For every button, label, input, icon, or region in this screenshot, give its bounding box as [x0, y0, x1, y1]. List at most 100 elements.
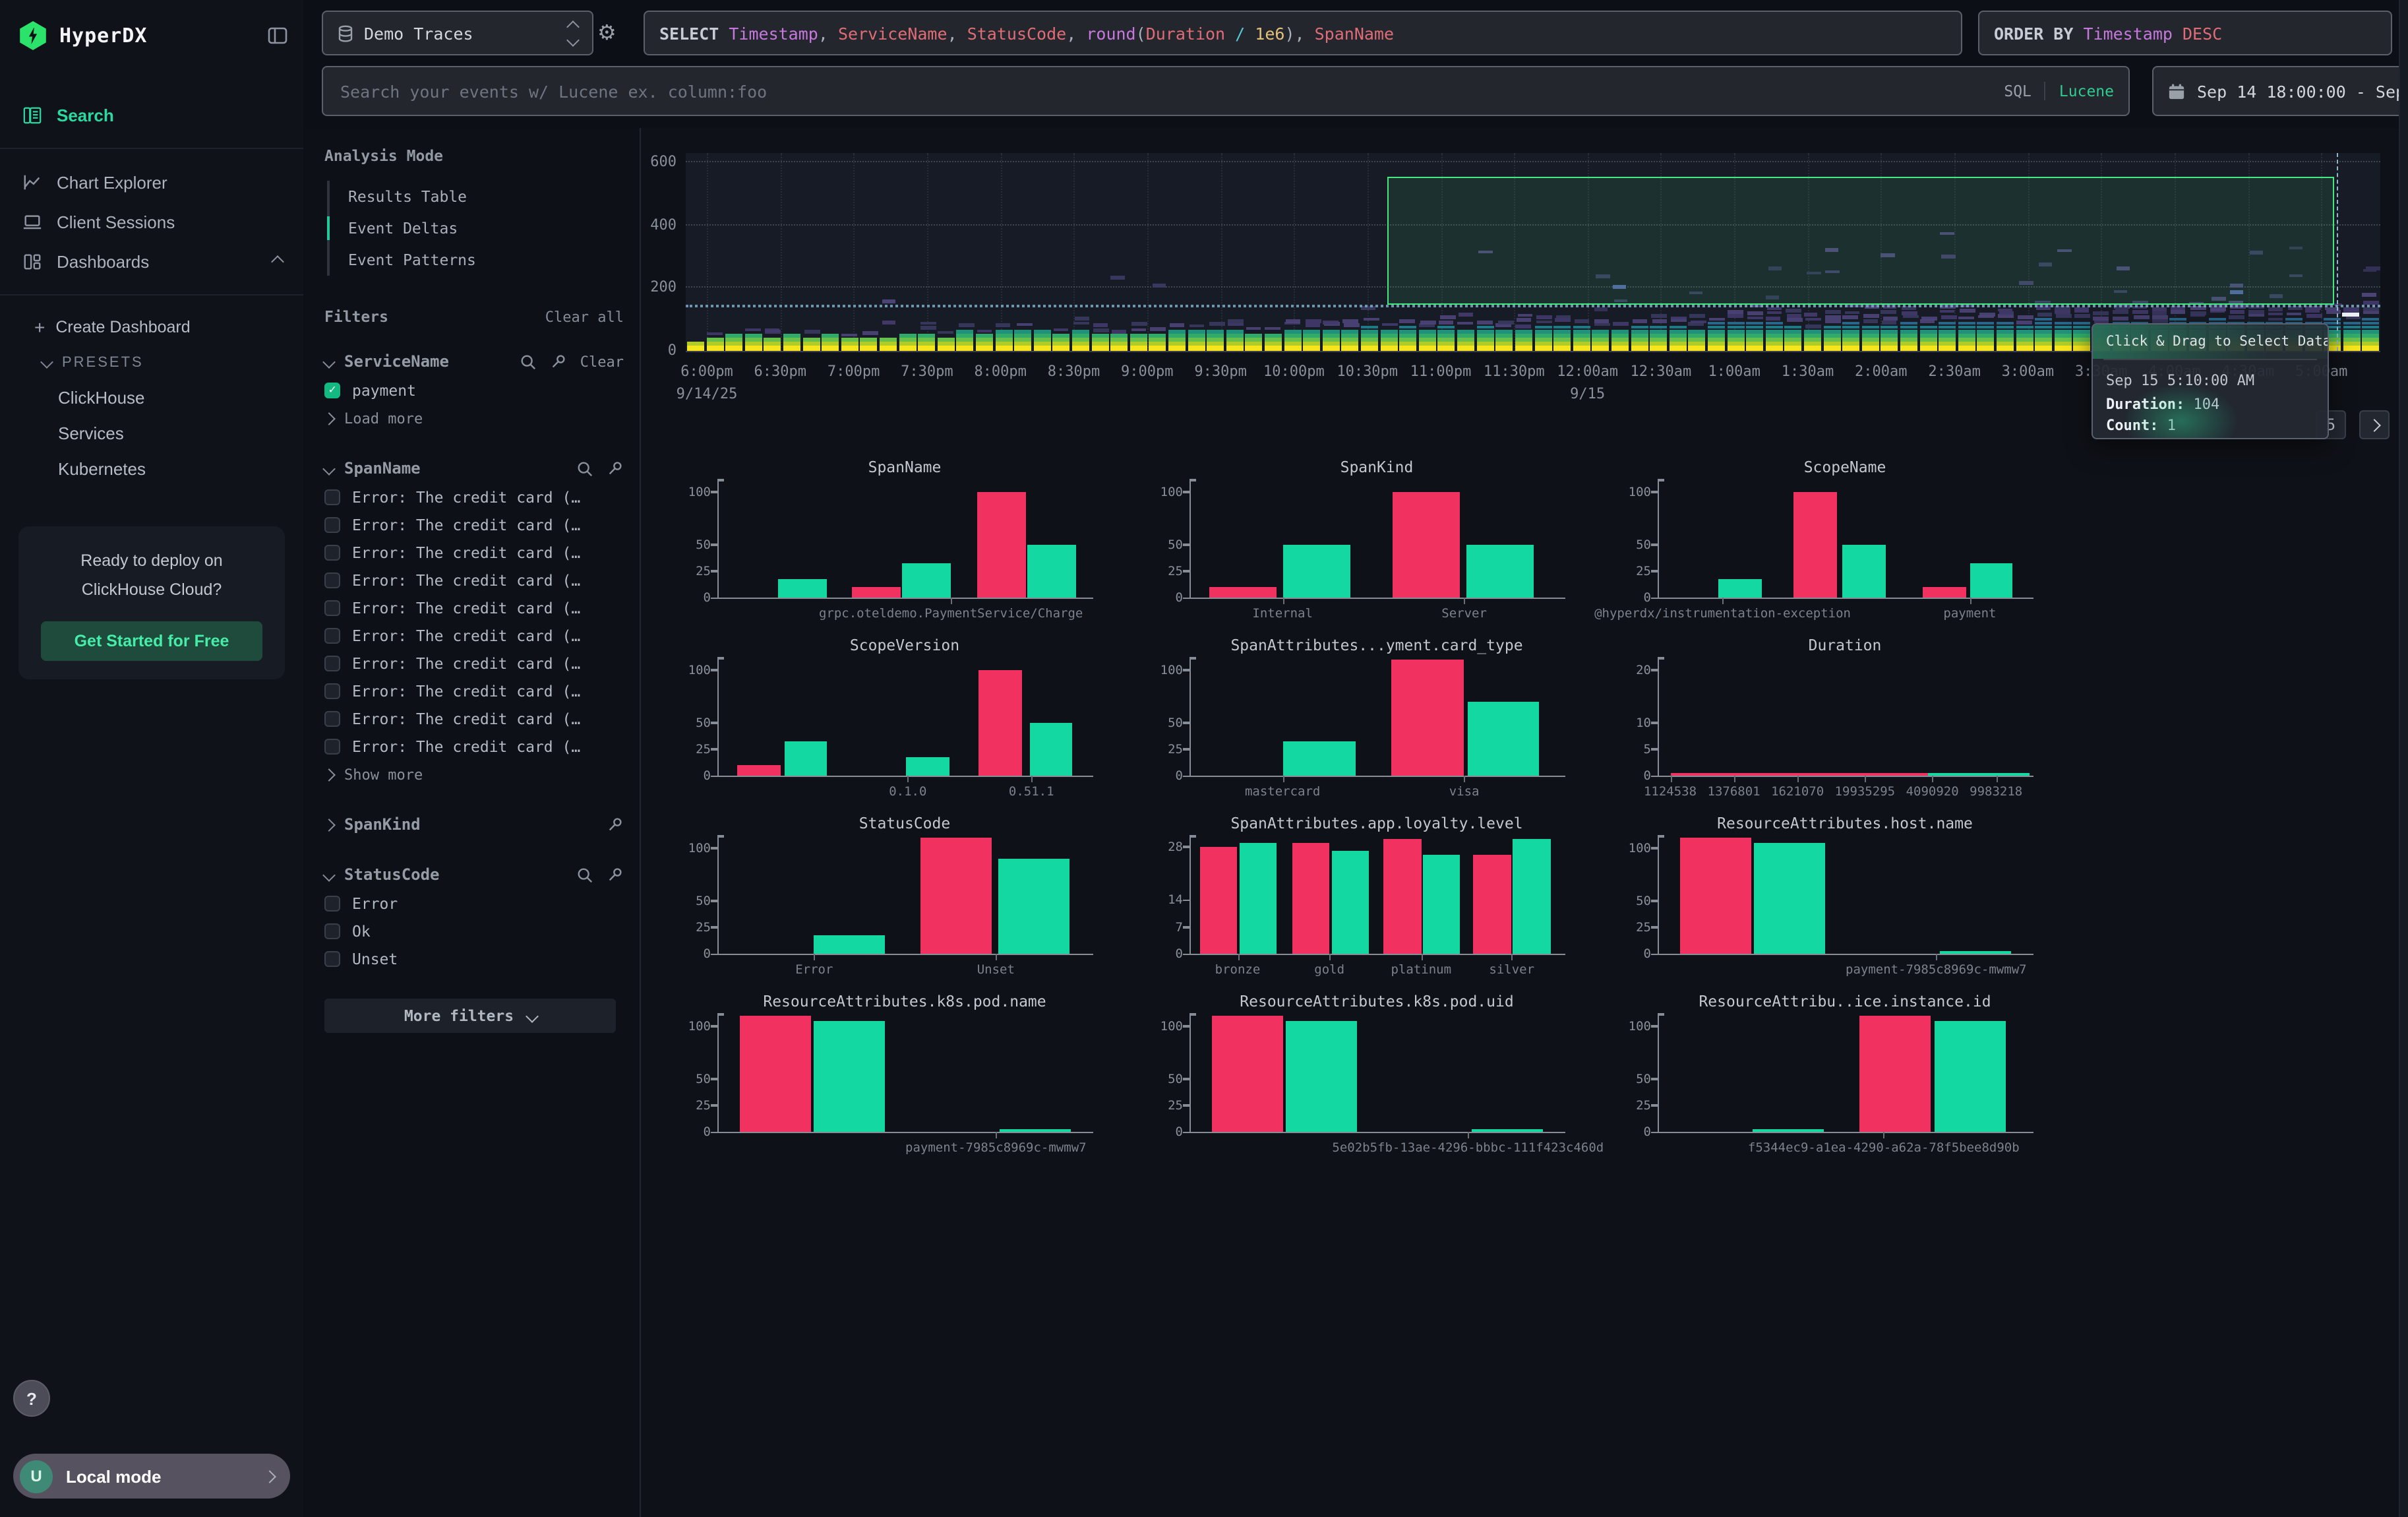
bar[interactable] — [998, 858, 1069, 954]
checkbox[interactable]: ✓ — [324, 382, 340, 398]
mode-sql-toggle[interactable]: SQL — [2004, 82, 2032, 100]
duration-heatmap[interactable]: 0200400600 — [686, 153, 2380, 352]
bar[interactable] — [784, 742, 827, 776]
bar[interactable] — [1029, 723, 1072, 776]
bar-chart-plot[interactable]: 025501005e02b5fb-13ae-4296-bbbc-111f423c… — [1189, 1013, 1565, 1133]
bar-chart-plot[interactable]: 0510201124538137680116210701993529540909… — [1658, 657, 2033, 777]
checkbox[interactable] — [324, 516, 340, 532]
bar[interactable] — [1282, 545, 1350, 598]
filter-option[interactable]: Ok — [324, 917, 624, 944]
load-more-button[interactable]: Load more — [324, 404, 624, 433]
chevron-down-icon[interactable] — [322, 868, 336, 881]
bar-chart-plot[interactable]: 025501000.1.00.51.1 — [717, 657, 1093, 777]
bar[interactable] — [1391, 659, 1464, 776]
bar[interactable] — [814, 935, 886, 954]
bar-chart-plot[interactable]: 02550100payment-7985c8969c-mwmw7 — [717, 1013, 1093, 1133]
checkbox[interactable] — [324, 544, 340, 560]
pin-icon[interactable] — [550, 353, 567, 370]
checkbox[interactable] — [324, 923, 340, 939]
bar[interactable] — [1028, 545, 1077, 598]
search-input[interactable] — [338, 80, 1991, 102]
bar[interactable] — [1670, 773, 1929, 776]
filter-group-name[interactable]: ServiceName — [344, 352, 449, 371]
bar[interactable] — [1292, 843, 1329, 954]
checkbox[interactable] — [324, 710, 340, 726]
gear-icon[interactable]: ⚙ — [597, 20, 617, 45]
user-menu[interactable]: U Local mode — [13, 1454, 290, 1499]
bar[interactable] — [1472, 1129, 1543, 1132]
filter-option[interactable]: ✓payment — [324, 376, 624, 404]
checkbox[interactable] — [324, 895, 340, 911]
checkbox[interactable] — [324, 600, 340, 615]
chevron-right-icon[interactable] — [322, 818, 336, 831]
bar-chart-plot[interactable]: 02550100grpc.oteldemo.PaymentService/Cha… — [717, 479, 1093, 599]
sidebar-item-search[interactable]: Search — [0, 95, 303, 135]
filter-group-name[interactable]: SpanKind — [344, 815, 421, 834]
bar-chart-plot[interactable]: 02550100payment-7985c8969c-mwmw7 — [1658, 835, 2033, 955]
filter-option[interactable]: Error — [324, 889, 624, 917]
bar[interactable] — [1393, 491, 1460, 598]
mode-lucene-toggle[interactable]: Lucene — [2059, 82, 2114, 100]
filter-option[interactable]: Error: The credit card (… — [324, 483, 624, 511]
bar[interactable] — [1200, 846, 1238, 954]
bar-chart-plot[interactable]: 02550100ErrorUnset — [717, 835, 1093, 955]
analysis-mode-event-deltas[interactable]: Event Deltas — [330, 212, 624, 244]
drag-selection-box[interactable] — [1387, 177, 2334, 305]
bar[interactable] — [1000, 1129, 1071, 1132]
filter-option[interactable]: Unset — [324, 944, 624, 972]
pin-icon[interactable] — [607, 866, 624, 883]
bar[interactable] — [1755, 842, 1826, 954]
bar[interactable] — [779, 578, 828, 598]
checkbox[interactable] — [324, 627, 340, 643]
chevron-down-icon[interactable] — [322, 462, 336, 475]
order-by-input[interactable]: ORDER BY Timestamp DESC — [1978, 11, 2392, 55]
checkbox[interactable] — [324, 572, 340, 588]
bar[interactable] — [737, 765, 780, 776]
sidebar-item-dashboards[interactable]: Dashboards — [0, 241, 303, 281]
bar[interactable] — [739, 1015, 810, 1132]
analysis-mode-results-table[interactable]: Results Table — [330, 181, 624, 212]
bar[interactable] — [1793, 491, 1836, 598]
bar[interactable] — [1331, 850, 1369, 954]
pin-icon[interactable] — [607, 816, 624, 833]
bar[interactable] — [921, 837, 992, 954]
clear-all-filters-button[interactable]: Clear all — [545, 308, 624, 325]
bar[interactable] — [852, 587, 901, 598]
filter-group-name[interactable]: SpanName — [344, 459, 421, 478]
filter-option[interactable]: Error: The credit card (… — [324, 704, 624, 732]
bar[interactable] — [814, 1020, 886, 1132]
bar-chart-plot[interactable]: 02550100f5344ec9-a1ea-4290-a62a-78f5bee8… — [1658, 1013, 2033, 1133]
date-range-picker[interactable]: Sep 14 18:00:00 - Sep 15 05:30:00 — [2152, 66, 2408, 116]
more-filters-button[interactable]: More filters — [324, 999, 616, 1033]
clear-group-button[interactable]: Clear — [580, 353, 624, 370]
bar[interactable] — [1753, 1129, 1824, 1132]
filter-group-name[interactable]: StatusCode — [344, 865, 440, 884]
filter-option[interactable]: Error: The credit card (… — [324, 538, 624, 566]
preset-kubernetes[interactable]: Kubernetes — [0, 451, 303, 487]
bar[interactable] — [1468, 702, 1539, 776]
bar[interactable] — [1211, 1015, 1282, 1132]
bar[interactable] — [977, 491, 1026, 598]
bar[interactable] — [1842, 545, 1885, 598]
bar-chart-plot[interactable]: 071428bronzegoldplatinumsilver — [1189, 835, 1565, 955]
sidebar-item-client-sessions[interactable]: Client Sessions — [0, 202, 303, 241]
bar[interactable] — [1679, 837, 1751, 954]
filter-option[interactable]: Error: The credit card (… — [324, 649, 624, 677]
bar[interactable] — [1466, 545, 1533, 598]
bar[interactable] — [902, 564, 951, 598]
bar[interactable] — [1934, 1020, 2005, 1132]
bar[interactable] — [1970, 564, 2012, 598]
bar[interactable] — [906, 757, 949, 776]
bar[interactable] — [1286, 1020, 1358, 1132]
preset-services[interactable]: Services — [0, 416, 303, 451]
chevron-down-icon[interactable] — [322, 355, 336, 368]
help-button[interactable]: ? — [13, 1380, 50, 1417]
checkbox[interactable] — [324, 738, 340, 754]
checkbox[interactable] — [324, 489, 340, 505]
bar[interactable] — [1719, 578, 1762, 598]
bar[interactable] — [1209, 587, 1277, 598]
checkbox[interactable] — [324, 655, 340, 671]
search-icon[interactable] — [520, 353, 537, 370]
bar[interactable] — [1240, 843, 1277, 954]
pin-icon[interactable] — [607, 460, 624, 477]
